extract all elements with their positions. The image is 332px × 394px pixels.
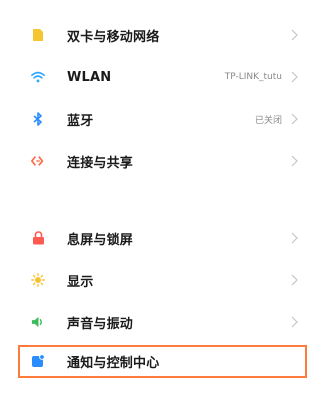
- bluetooth-status-value: 已关闭: [254, 115, 282, 126]
- chevron-right-icon: [291, 274, 298, 286]
- settings-item-label: 双卡与移动网络: [67, 29, 160, 45]
- lock-icon: [31, 231, 45, 245]
- speaker-icon: [31, 315, 45, 329]
- settings-item-sound-vibration[interactable]: 声音与振动: [0, 302, 332, 342]
- chevron-right-icon: [291, 71, 298, 83]
- settings-item-wlan[interactable]: WLAN TP-LINK_tutu: [0, 57, 332, 97]
- chevron-right-icon: [291, 29, 298, 41]
- settings-item-screen-lock[interactable]: 息屏与锁屏: [0, 218, 332, 258]
- settings-item-label: 显示: [67, 274, 94, 290]
- settings-item-label: 声音与振动: [67, 316, 134, 332]
- settings-item-label: 连接与共享: [67, 155, 134, 171]
- wifi-icon: [31, 70, 45, 84]
- settings-item-sim-mobile-network[interactable]: 双卡与移动网络: [0, 15, 332, 55]
- chevron-right-icon: [291, 232, 298, 244]
- settings-item-label: 息屏与锁屏: [67, 232, 134, 248]
- settings-item-label: 蓝牙: [67, 113, 94, 129]
- settings-item-bluetooth[interactable]: 蓝牙 已关闭: [0, 99, 332, 139]
- sim-card-icon: [31, 28, 45, 42]
- highlight-box: [18, 345, 307, 378]
- settings-item-label: WLAN: [67, 69, 112, 85]
- wlan-network-value: TP-LINK_tutu: [224, 72, 282, 82]
- sun-icon: [31, 273, 45, 287]
- bluetooth-icon: [31, 112, 45, 126]
- chevron-right-icon: [291, 155, 298, 167]
- chevron-right-icon: [291, 316, 298, 328]
- connection-share-icon: [31, 154, 45, 168]
- settings-item-display[interactable]: 显示: [0, 260, 332, 300]
- chevron-right-icon: [291, 113, 298, 125]
- settings-item-connection-sharing[interactable]: 连接与共享: [0, 141, 332, 181]
